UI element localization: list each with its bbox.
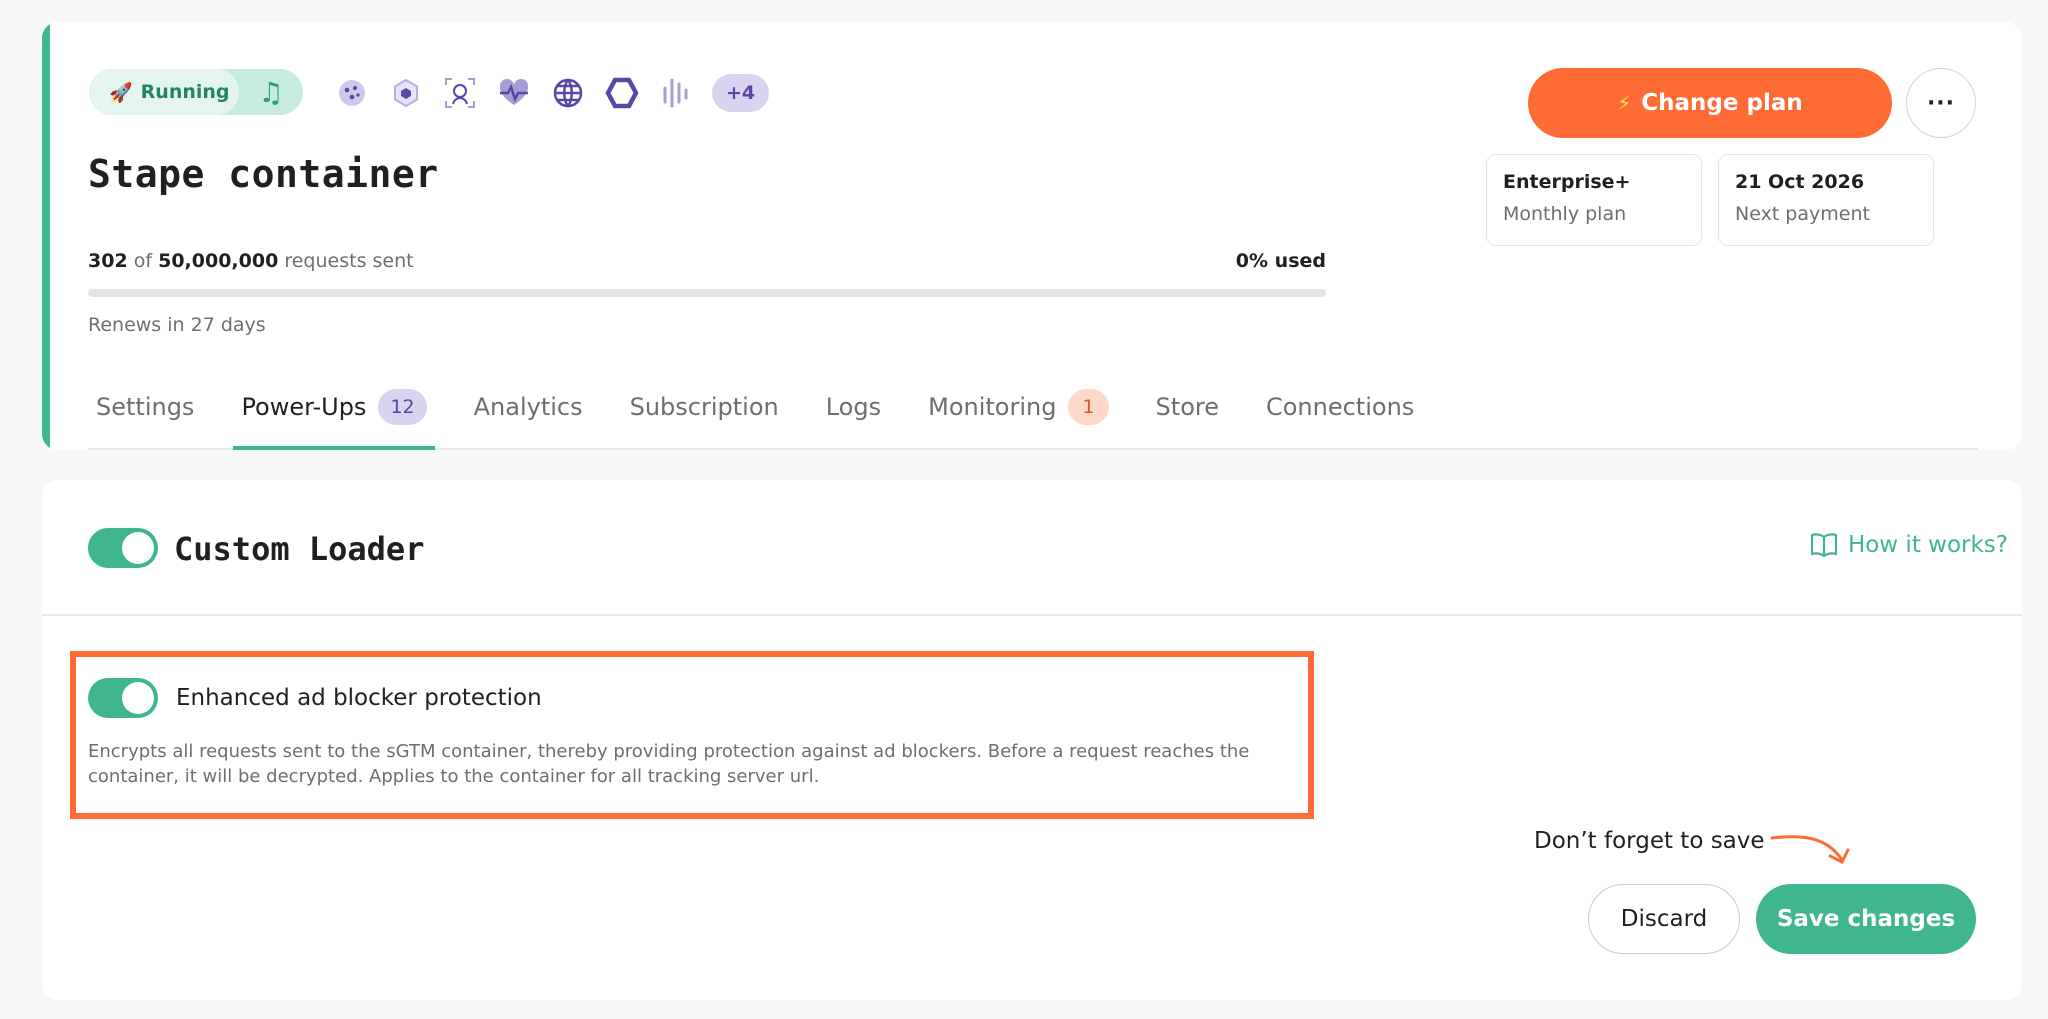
usage-percent: 0% used [1235,250,1326,272]
tab-settings[interactable]: Settings [88,372,202,448]
change-plan-button[interactable]: ⚡ Change plan [1528,68,1892,138]
more-powerups-badge[interactable]: +4 [712,74,770,112]
change-plan-label: Change plan [1641,90,1803,116]
how-it-works-label: How it works? [1847,532,2008,558]
sound-bars-icon[interactable] [658,75,694,111]
next-payment-date: 21 Oct 2026 [1735,171,1865,193]
monitoring-count-badge: 1 [1068,389,1109,425]
hexagon-icon[interactable] [604,75,640,111]
requests-limit: 50,000,000 [158,250,279,272]
usage-of: of [133,250,153,272]
tab-monitoring[interactable]: Monitoring 1 [920,372,1116,448]
container-header-card: 🚀 Running ♫ +4 Stape container 302 of 50… [42,22,2022,450]
usage-suffix: requests sent [284,250,414,272]
tab-logs[interactable]: Logs [818,372,889,448]
option-title: Enhanced ad blocker protection [176,685,542,711]
tab-connections[interactable]: Connections [1258,372,1422,448]
lightning-icon: ⚡ [1617,91,1632,115]
cookie-icon[interactable] [334,75,370,111]
requests-used: 302 [88,250,128,272]
divider [42,614,2022,616]
hexagon-shield-icon[interactable] [388,75,424,111]
ad-blocker-protection-toggle[interactable] [88,678,158,718]
section-title: Custom Loader [174,530,425,568]
curved-arrow-icon [1770,835,1850,865]
rocket-icon: 🚀 [109,81,133,104]
globe-icon[interactable] [550,75,586,111]
payment-info-box: 21 Oct 2026 Next payment [1718,154,1934,246]
tab-analytics[interactable]: Analytics [466,372,591,448]
how-it-works-link[interactable]: How it works? [1810,532,2008,558]
plan-name: Enterprise+ [1503,171,1631,193]
music-note-icon: ♫ [258,75,284,109]
book-icon [1810,533,1838,558]
power-ups-count-badge: 12 [378,389,427,425]
custom-loader-toggle[interactable] [88,528,158,568]
status-label: Running [140,81,230,103]
plan-cycle: Monthly plan [1503,203,1627,225]
status-badge: 🚀 Running ♫ [89,69,303,115]
tab-subscription[interactable]: Subscription [622,372,787,448]
next-payment-label: Next payment [1735,203,1870,225]
tab-store[interactable]: Store [1148,372,1227,448]
powerup-icons: +4 [334,72,770,114]
heartbeat-icon[interactable] [496,75,532,111]
usage-progress-bar [88,289,1326,297]
usage-text: 302 of 50,000,000 requests sent [88,250,414,272]
face-scan-icon[interactable] [442,75,478,111]
discard-button[interactable]: Discard [1588,884,1740,954]
option-description: Encrypts all requests sent to the sGTM c… [88,741,1250,787]
tab-power-ups[interactable]: Power-Ups 12 [233,372,435,450]
highlighted-option: Enhanced ad blocker protection Encrypts … [70,651,1314,819]
save-reminder: Don’t forget to save [1534,828,1765,854]
plan-info-box: Enterprise+ Monthly plan [1486,154,1702,246]
renewal-text: Renews in 27 days [88,314,266,336]
save-changes-button[interactable]: Save changes [1756,884,1976,954]
more-options-button[interactable]: ··· [1906,68,1976,138]
tab-bar: Settings Power-Ups 12 Analytics Subscrip… [88,372,1978,450]
page-title: Stape container [88,152,439,196]
ellipsis-icon: ··· [1926,90,1956,116]
custom-loader-card: Custom Loader How it works? Enhanced ad … [42,480,2022,1000]
